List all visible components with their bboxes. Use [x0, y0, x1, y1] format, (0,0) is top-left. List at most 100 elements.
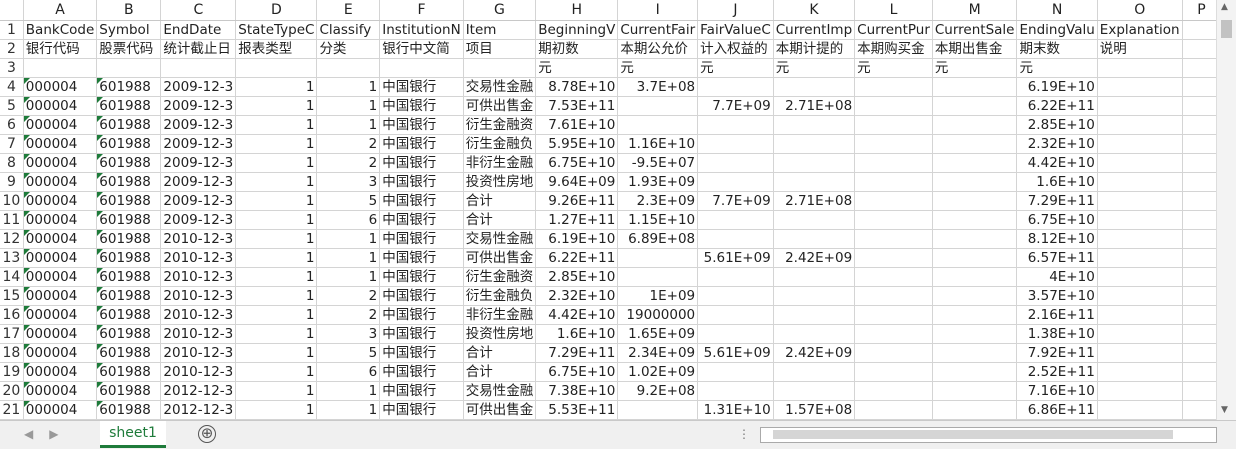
cell[interactable]: 合计: [463, 362, 537, 382]
select-all-corner[interactable]: [0, 0, 24, 21]
cell[interactable]: InstitutionN: [379, 20, 464, 40]
cell[interactable]: 1: [235, 248, 318, 268]
cell[interactable]: 1: [235, 381, 318, 401]
cell[interactable]: 7.38E+10: [535, 381, 619, 401]
cell[interactable]: 601988: [96, 248, 162, 268]
cell[interactable]: 7.92E+11: [1016, 343, 1098, 363]
cell[interactable]: [697, 134, 774, 154]
cell[interactable]: 中国银行: [379, 381, 464, 401]
cell[interactable]: [773, 229, 856, 249]
cell[interactable]: [23, 58, 98, 78]
scroll-split-handle[interactable]: ⋮: [738, 427, 750, 441]
cell[interactable]: 报表类型: [235, 39, 318, 59]
cell[interactable]: [617, 115, 699, 135]
cell[interactable]: 1: [235, 267, 318, 287]
cell[interactable]: 1.38E+10: [1016, 324, 1098, 344]
cell[interactable]: 601988: [96, 77, 162, 97]
cell[interactable]: 6.19E+10: [1016, 77, 1098, 97]
cell[interactable]: 6.75E+10: [1016, 210, 1098, 230]
cell[interactable]: [697, 305, 774, 325]
cell[interactable]: 说明: [1097, 39, 1183, 59]
cell[interactable]: 3: [316, 172, 381, 192]
cell[interactable]: [773, 381, 856, 401]
cell[interactable]: 601988: [96, 191, 162, 211]
cell[interactable]: 000004: [23, 324, 98, 344]
cell[interactable]: 000004: [23, 305, 98, 325]
cell[interactable]: [854, 191, 933, 211]
cell[interactable]: 1: [235, 229, 318, 249]
cell[interactable]: 9.26E+11: [535, 191, 619, 211]
cell[interactable]: [773, 286, 856, 306]
cell[interactable]: 投资性房地: [463, 324, 537, 344]
cell[interactable]: FairValueC: [697, 20, 774, 40]
cell[interactable]: [932, 210, 1018, 230]
cell[interactable]: [1097, 267, 1183, 287]
column-header-k[interactable]: K: [773, 0, 856, 21]
cell[interactable]: [932, 381, 1018, 401]
cell[interactable]: 2009-12-3: [160, 134, 237, 154]
cell[interactable]: 601988: [96, 286, 162, 306]
cell[interactable]: 7.16E+10: [1016, 381, 1098, 401]
cell[interactable]: [932, 248, 1018, 268]
cell[interactable]: 6: [316, 362, 381, 382]
cell[interactable]: [854, 400, 933, 420]
cell[interactable]: 银行中文简: [379, 39, 464, 59]
cell[interactable]: [854, 153, 933, 173]
cell[interactable]: -9.5E+07: [617, 153, 699, 173]
cell[interactable]: [773, 267, 856, 287]
cell[interactable]: 元: [1016, 58, 1098, 78]
cell[interactable]: [773, 77, 856, 97]
cell[interactable]: 7.61E+10: [535, 115, 619, 135]
cell[interactable]: [854, 115, 933, 135]
cell[interactable]: 衍生金融资: [463, 115, 537, 135]
cell[interactable]: 分类: [316, 39, 381, 59]
cell[interactable]: 中国银行: [379, 134, 464, 154]
cell[interactable]: [1097, 191, 1183, 211]
cell[interactable]: [617, 96, 699, 116]
cell[interactable]: [932, 305, 1018, 325]
cell[interactable]: 000004: [23, 191, 98, 211]
cell[interactable]: 2009-12-3: [160, 210, 237, 230]
cell[interactable]: [697, 172, 774, 192]
cell[interactable]: 2010-12-3: [160, 343, 237, 363]
horizontal-scrollbar[interactable]: [760, 427, 1217, 443]
row-header[interactable]: 11: [0, 210, 24, 230]
row-header[interactable]: 10: [0, 191, 24, 211]
cell[interactable]: 000004: [23, 115, 98, 135]
cell[interactable]: CurrentFair: [617, 20, 699, 40]
cell[interactable]: 601988: [96, 153, 162, 173]
cell[interactable]: 601988: [96, 324, 162, 344]
cell[interactable]: [617, 267, 699, 287]
next-sheet-icon[interactable]: ▶: [49, 427, 74, 441]
cell[interactable]: 1: [235, 172, 318, 192]
cell[interactable]: [854, 286, 933, 306]
column-header-j[interactable]: J: [697, 0, 774, 21]
cell[interactable]: [697, 286, 774, 306]
cell[interactable]: 本期公允价: [617, 39, 699, 59]
cell[interactable]: 000004: [23, 286, 98, 306]
cell[interactable]: Classify: [316, 20, 381, 40]
cell[interactable]: [932, 229, 1018, 249]
cell[interactable]: [932, 172, 1018, 192]
cell[interactable]: 元: [697, 58, 774, 78]
cell[interactable]: 000004: [23, 229, 98, 249]
cell[interactable]: 8.12E+10: [1016, 229, 1098, 249]
cell[interactable]: 7.7E+09: [697, 191, 774, 211]
cell[interactable]: Explanation: [1097, 20, 1183, 40]
row-header[interactable]: 18: [0, 343, 24, 363]
cell[interactable]: [854, 324, 933, 344]
cell[interactable]: 中国银行: [379, 362, 464, 382]
cell[interactable]: 本期出售金: [932, 39, 1018, 59]
cell[interactable]: 衍生金融资: [463, 267, 537, 287]
cell[interactable]: [96, 58, 162, 78]
cell[interactable]: 000004: [23, 96, 98, 116]
cell[interactable]: 601988: [96, 96, 162, 116]
cell[interactable]: [697, 267, 774, 287]
cell[interactable]: 1: [235, 115, 318, 135]
cell[interactable]: 2010-12-3: [160, 267, 237, 287]
cell[interactable]: 中国银行: [379, 172, 464, 192]
row-header[interactable]: 13: [0, 248, 24, 268]
cell[interactable]: 中国银行: [379, 286, 464, 306]
column-header-n[interactable]: N: [1016, 0, 1098, 21]
cell[interactable]: [854, 343, 933, 363]
